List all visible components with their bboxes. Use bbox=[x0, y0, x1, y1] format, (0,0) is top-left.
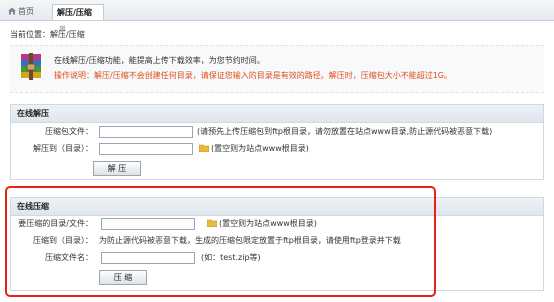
tab-home-label: 首页 bbox=[18, 7, 34, 16]
home-icon bbox=[8, 7, 16, 15]
tab-active-label: 解压/压缩 bbox=[57, 8, 92, 17]
unzip-dest-label: 解压到（目录）： bbox=[33, 144, 93, 153]
notice-text: 在线解压/压缩功能，能提高上传下载效率，为您节约时间。 bbox=[54, 56, 265, 65]
zip-file-hint: (请预先上传压缩包到ftp根目录，请勿放置在站点www目录,防止源代码被恶意下载… bbox=[197, 127, 493, 136]
unzip-title: 在线解压 bbox=[11, 105, 543, 123]
zip-name-label: 压缩文件名： bbox=[45, 253, 93, 262]
zip-source-label: 要压缩的目录/文件： bbox=[18, 219, 93, 228]
unzip-panel: 在线解压 压缩包文件： (请预先上传压缩包到ftp根目录，请勿放置在站点www目… bbox=[10, 104, 544, 180]
notice-box: 在线解压/压缩功能，能提高上传下载效率，为您节约时间。 操作说明：解压/压缩不会… bbox=[10, 45, 544, 93]
unzip-button[interactable]: 解 压 bbox=[93, 161, 141, 176]
folder-icon[interactable] bbox=[199, 144, 209, 152]
breadcrumb: 当前位置：解压/压缩 bbox=[10, 30, 85, 39]
zip-title: 在线压缩 bbox=[11, 198, 543, 216]
zip-source-hint: (置空则为站点www根目录) bbox=[219, 219, 317, 228]
unzip-dest-hint: (置空则为站点www根目录) bbox=[211, 144, 309, 153]
zip-button[interactable]: 压 缩 bbox=[99, 270, 147, 285]
zip-dest-label: 压缩到（目录）： bbox=[33, 236, 93, 245]
zip-dest-text: 为防止源代码被恶意下载，生成的压缩包限定放置于ftp根目录，请使用ftp登录并下… bbox=[99, 236, 401, 245]
unzip-dest-input[interactable] bbox=[99, 143, 193, 155]
notice-warning: 操作说明：解压/压缩不会创建任何目录，请保证您输入的目录是有效的路径。解压时，压… bbox=[54, 71, 452, 80]
folder-icon[interactable] bbox=[207, 219, 217, 227]
zip-file-label: 压缩包文件： bbox=[45, 127, 93, 136]
zip-name-input[interactable] bbox=[101, 252, 195, 264]
zip-panel: 在线压缩 要压缩的目录/文件： (置空则为站点www根目录) 压缩到（目录）： … bbox=[10, 197, 544, 291]
zip-name-hint: (如：test.zip等) bbox=[201, 253, 261, 262]
zip-source-input[interactable] bbox=[101, 218, 195, 230]
tab-bar: 首页 解压/压缩⊠ bbox=[0, 0, 554, 33]
tab-unzip-zip[interactable]: 解压/压缩⊠ bbox=[52, 4, 104, 33]
zip-file-input[interactable] bbox=[99, 126, 193, 138]
tab-home[interactable]: 首页 bbox=[4, 4, 44, 20]
archive-icon bbox=[21, 53, 41, 80]
